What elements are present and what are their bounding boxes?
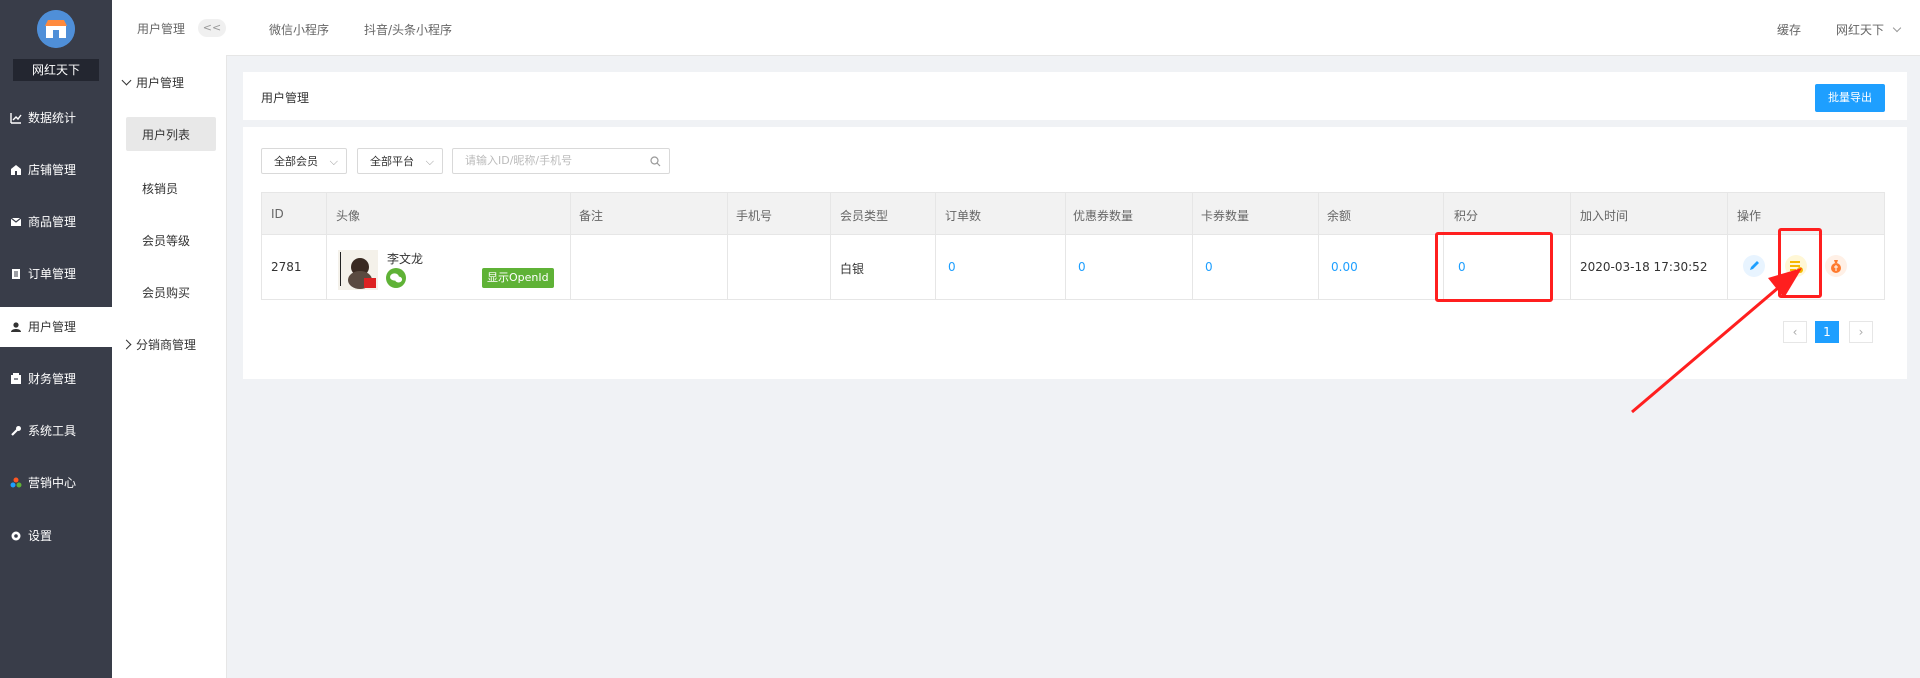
user-icon (11, 322, 21, 332)
col-cards: 卡券数量 (1201, 209, 1250, 223)
search-input[interactable]: 请输入ID/昵称/手机号 (452, 148, 670, 174)
batch-export-button[interactable]: 批量导出 (1815, 84, 1885, 112)
wrench-icon (11, 426, 21, 436)
goods-icon (10, 217, 22, 226)
cell-member-type: 白银 (840, 262, 865, 276)
sidebar-item-label: 数据统计 (28, 111, 77, 125)
sidebar-item-marketing[interactable]: 营销中心 (0, 463, 112, 503)
sidebar-item-tools[interactable]: 系统工具 (0, 411, 112, 451)
order-icon (12, 269, 20, 279)
prev-page-button[interactable]: ‹ (1783, 321, 1807, 343)
sidebar-item-label: 用户管理 (28, 320, 77, 334)
sidebar-item-label: 店铺管理 (28, 163, 77, 177)
sidebar-item-label: 营销中心 (28, 476, 77, 490)
col-coupons: 优惠券数量 (1073, 209, 1134, 223)
sidebar-item-label: 订单管理 (28, 267, 77, 281)
col-joined: 加入时间 (1580, 209, 1629, 223)
col-avatar: 头像 (336, 209, 361, 223)
next-page-button[interactable]: › (1849, 321, 1873, 343)
sidebar-item-orders[interactable]: 订单管理 (0, 254, 112, 294)
avatar (338, 250, 378, 290)
col-phone: 手机号 (736, 209, 773, 223)
col-orders: 订单数 (945, 209, 982, 223)
col-actions: 操作 (1737, 209, 1762, 223)
col-balance: 余额 (1327, 209, 1352, 223)
gear-icon (11, 531, 21, 541)
tab-wechat-mini[interactable]: 微信小程序 (269, 21, 329, 38)
chart-icon (10, 113, 22, 124)
chevron-down-icon: ⌵ (329, 155, 338, 168)
page-title: 用户管理 (261, 91, 310, 105)
tab-douyin-mini[interactable]: 抖音/头条小程序 (364, 21, 452, 38)
sidebar-item-label: 财务管理 (28, 372, 77, 386)
subnav-item-member-buy[interactable]: 会员购买 (142, 284, 190, 301)
subnav-group-users[interactable]: 用户管理 (121, 74, 184, 91)
subnav-title: 用户管理 (137, 22, 186, 36)
user-menu[interactable]: 网红天下 (1836, 21, 1902, 38)
subnav-item-member-level[interactable]: 会员等级 (142, 232, 190, 249)
cache-link[interactable]: 缓存 (1777, 21, 1801, 38)
search-icon (650, 156, 661, 167)
chevron-right-icon (121, 339, 132, 350)
platform-filter-select[interactable]: 全部平台 ⌵ (357, 148, 443, 174)
sidebar-item-label: 商品管理 (28, 215, 77, 229)
show-openid-button[interactable]: 显示OpenId (482, 268, 554, 288)
sidebar-item-shop[interactable]: 店铺管理 (0, 150, 112, 190)
col-id: ID (271, 207, 284, 221)
sidebar-item-label: 设置 (28, 529, 53, 543)
sidebar-item-label: 系统工具 (28, 424, 77, 438)
wechat-icon (386, 268, 406, 288)
cell-id: 2781 (271, 260, 302, 274)
shop-icon (11, 165, 21, 175)
subnav-item-user-list[interactable]: 用户列表 (142, 126, 190, 143)
cell-coupons[interactable]: 0 (1078, 260, 1086, 274)
money-bag-icon[interactable] (1825, 255, 1847, 277)
collapse-button[interactable]: << (198, 19, 226, 37)
col-member-type: 会员类型 (840, 209, 889, 223)
chevron-down-icon: ⌵ (425, 155, 434, 168)
points-highlight-box (1435, 232, 1553, 302)
cell-orders[interactable]: 0 (948, 260, 956, 274)
page-1-button[interactable]: 1 (1815, 321, 1839, 343)
finance-icon (11, 373, 21, 384)
chevron-down-icon (121, 75, 132, 86)
sidebar-item-settings[interactable]: 设置 (0, 516, 112, 556)
subnav-item-verifier[interactable]: 核销员 (142, 180, 178, 197)
top-bar (226, 0, 1920, 56)
cell-nickname: 李文龙 (387, 252, 424, 266)
sidebar-item-stats[interactable]: 数据统计 (0, 98, 112, 138)
col-points: 积分 (1454, 209, 1479, 223)
sidebar-item-finance[interactable]: 财务管理 (0, 359, 112, 399)
member-filter-select[interactable]: 全部会员 ⌵ (261, 148, 347, 174)
sidebar-item-goods[interactable]: 商品管理 (0, 202, 112, 242)
col-remark: 备注 (579, 209, 604, 223)
page-header-panel (243, 72, 1907, 120)
subnav-group-distributor[interactable]: 分销商管理 (121, 336, 196, 353)
store-logo-icon (37, 10, 75, 48)
cell-cards[interactable]: 0 (1205, 260, 1213, 274)
brand-name: 网红天下 (13, 59, 99, 81)
sidebar-item-users[interactable]: 用户管理 (0, 307, 112, 347)
chevron-down-icon (1892, 23, 1902, 33)
marketing-icon (10, 477, 22, 488)
cell-balance[interactable]: 0.00 (1331, 260, 1358, 274)
